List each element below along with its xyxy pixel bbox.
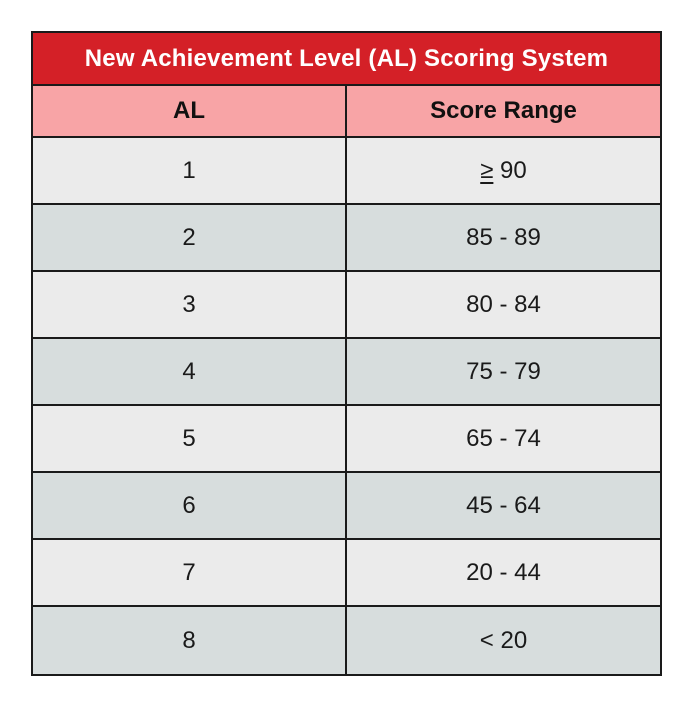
al-cell: 3 [33,272,347,337]
score-range-cell: 45 - 64 [466,491,541,519]
score-range-cell: ≥ 90 [347,138,660,203]
score-range-cell: 65 - 74 [466,424,541,452]
table-row: 1 ≥ 90 [33,138,660,205]
al-cell: 8 [33,607,347,674]
header-al: AL [33,86,347,136]
score-value: 90 [493,156,527,184]
al-cell: 6 [33,473,347,538]
header-row: AL Score Range [33,86,660,138]
ge-symbol: ≥ [480,156,494,184]
score-range-cell: 20 - 44 [466,558,541,586]
score-range-cell: 75 - 79 [466,357,541,385]
al-cell: 7 [33,540,347,605]
table-row: 5 65 - 74 [33,406,660,473]
score-range-cell: < 20 [479,626,528,654]
table-row: 6 45 - 64 [33,473,660,540]
al-cell: 5 [33,406,347,471]
score-range-cell: 85 - 89 [466,223,541,251]
score-range-cell: 80 - 84 [466,290,541,318]
table-row: 3 80 - 84 [33,272,660,339]
table-title: New Achievement Level (AL) Scoring Syste… [33,33,660,86]
scoring-table: New Achievement Level (AL) Scoring Syste… [31,31,662,676]
al-cell: 1 [33,138,347,203]
al-cell: 2 [33,205,347,270]
table-row: 7 20 - 44 [33,540,660,607]
header-score-range: Score Range [430,97,577,124]
table-row: 8 < 20 [33,607,660,674]
table-row: 2 85 - 89 [33,205,660,272]
al-cell: 4 [33,339,347,404]
table-row: 4 75 - 79 [33,339,660,406]
